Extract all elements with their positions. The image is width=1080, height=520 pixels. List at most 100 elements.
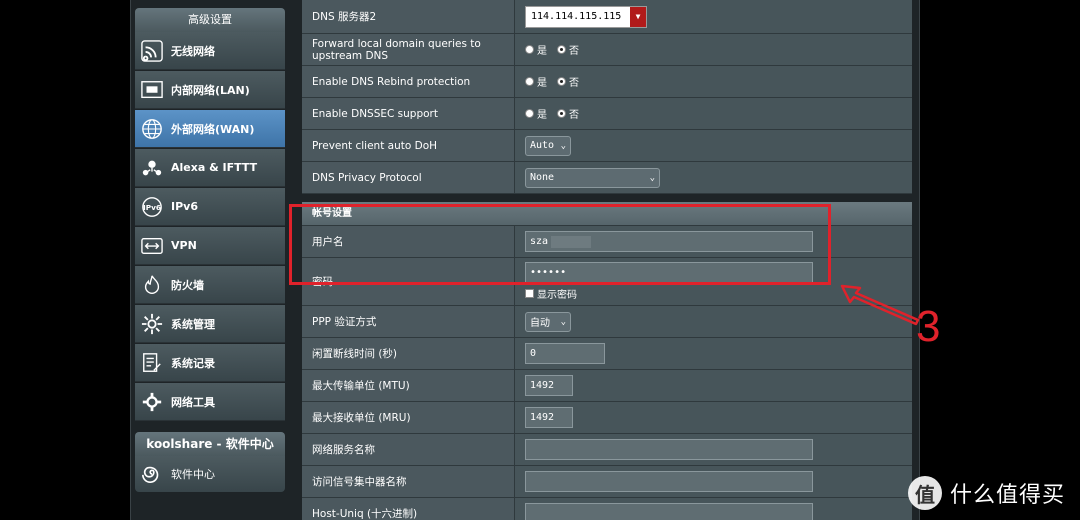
mtu-input[interactable]: 1492 [525, 375, 573, 396]
radio-no[interactable] [557, 77, 566, 86]
row-label: Enable DNS Rebind protection [302, 66, 515, 97]
idle-value: 0 [530, 348, 537, 359]
radio-yes-label: 是 [537, 78, 547, 89]
sidebar-item-alexa[interactable]: Alexa & IFTTT [135, 149, 285, 187]
chevron-down-icon: ⌄ [649, 172, 655, 183]
radio-no-label: 否 [569, 46, 579, 57]
sidebar-item-label: 系统管理 [171, 317, 215, 331]
radio-yes-label: 是 [537, 46, 547, 57]
radio-no[interactable] [557, 45, 566, 54]
radio-no[interactable] [557, 109, 566, 118]
sidebar-item-wan[interactable]: 外部网络(WAN) [135, 110, 285, 148]
sidebar-header: 高级设置 [135, 8, 285, 32]
row-label: Enable DNSSEC support [302, 98, 515, 129]
globe-icon [139, 116, 165, 142]
annotation-number: 3 [916, 302, 941, 351]
row-service-name: 网络服务名称 [302, 434, 912, 466]
sidebar-item-ipv6[interactable]: IPv6 IPv6 [135, 188, 285, 226]
concentrator-input[interactable] [525, 471, 813, 492]
row-rebind: Enable DNS Rebind protection 是 否 [302, 66, 912, 98]
row-label: 访问信号集中器名称 [302, 466, 515, 497]
sidebar-item-label: IPv6 [171, 200, 198, 213]
sidebar-item-vpn[interactable]: VPN [135, 227, 285, 265]
row-idle: 闲置断线时间 (秒) 0 [302, 338, 912, 370]
row-dnssec: Enable DNSSEC support 是 否 [302, 98, 912, 130]
row-mru: 最大接收单位 (MRU) 1492 [302, 402, 912, 434]
row-concentrator: 访问信号集中器名称 [302, 466, 912, 498]
row-privacy: DNS Privacy Protocol None ⌄ [302, 162, 912, 194]
alexa-icon [139, 155, 165, 181]
sidebar-item-log[interactable]: 系统记录 [135, 344, 285, 382]
chevron-down-icon: ⌄ [560, 316, 566, 327]
annotation-arrow-icon [840, 284, 920, 326]
row-label: 网络服务名称 [302, 434, 515, 465]
sidebar-item-label: 软件中心 [171, 468, 215, 481]
lan-icon [139, 77, 165, 103]
wifi-icon [139, 38, 165, 64]
sidebar-item-label: 内部网络(LAN) [171, 83, 250, 97]
row-label: DNS 服务器2 [302, 0, 515, 33]
sidebar-item-tools[interactable]: 网络工具 [135, 383, 285, 421]
idle-input[interactable]: 0 [525, 343, 605, 364]
radio-no-label: 否 [569, 78, 579, 89]
section-gap [302, 194, 912, 202]
sidebar-item-wireless[interactable]: 无线网络 [135, 32, 285, 70]
row-label: 闲置断线时间 (秒) [302, 338, 515, 369]
sidebar-item-label: 系统记录 [171, 356, 215, 370]
row-dns2: DNS 服务器2 114.114.115.115 ▼ [302, 0, 912, 34]
software-center-header: koolshare - 软件中心 [135, 432, 285, 456]
radio-yes[interactable] [525, 77, 534, 86]
row-label: Forward local domain queries to upstream… [302, 34, 515, 65]
radio-no-label: 否 [569, 110, 579, 121]
sidebar: 高级设置 无线网络 内部网络(LAN) 外部网络(WAN) Alexa & IF… [133, 0, 286, 520]
sidebar-item-label: 防火墙 [171, 278, 204, 292]
row-label: Prevent client auto DoH [302, 130, 515, 161]
mru-input[interactable]: 1492 [525, 407, 573, 428]
svg-text:IPv6: IPv6 [143, 202, 161, 211]
row-doh: Prevent client auto DoH Auto ⌄ [302, 130, 912, 162]
row-label: 最大接收单位 (MRU) [302, 402, 515, 433]
firewall-icon [139, 272, 165, 298]
row-label: DNS Privacy Protocol [302, 162, 515, 193]
sidebar-item-label: Alexa & IFTTT [171, 161, 258, 174]
sidebar-item-label: 网络工具 [171, 395, 215, 409]
watermark-text: 什么值得买 [950, 483, 1066, 508]
chevron-down-icon: ⌄ [560, 140, 566, 151]
radio-yes[interactable] [525, 109, 534, 118]
privacy-value: None [530, 172, 555, 183]
watermark: 值 什么值得买 [908, 476, 1065, 510]
vpn-icon [139, 233, 165, 259]
service-name-input[interactable] [525, 439, 813, 460]
gear-icon [139, 311, 165, 337]
spiral-icon [139, 461, 165, 487]
show-password-label: 显示密码 [537, 290, 577, 301]
watermark-logo: 值 [908, 476, 942, 510]
radio-yes[interactable] [525, 45, 534, 54]
chevron-down-icon[interactable]: ▼ [630, 6, 646, 27]
sidebar-item-admin[interactable]: 系统管理 [135, 305, 285, 343]
ipv6-icon: IPv6 [139, 194, 165, 220]
row-label: PPP 验证方式 [302, 306, 515, 337]
tools-icon [139, 389, 165, 415]
row-ppp-auth: PPP 验证方式 自动 ⌄ [302, 306, 912, 338]
dns2-value: 114.114.115.115 [531, 11, 622, 22]
sidebar-item-label: VPN [171, 239, 197, 252]
host-uniq-input[interactable] [525, 503, 813, 520]
sidebar-item-firewall[interactable]: 防火墙 [135, 266, 285, 304]
mru-value: 1492 [530, 412, 555, 423]
dns2-select[interactable]: 114.114.115.115 ▼ [525, 5, 647, 28]
sidebar-item-software-center[interactable]: 软件中心 [135, 456, 285, 492]
ppp-auth-value: 自动 [530, 318, 550, 329]
mtu-value: 1492 [530, 380, 555, 391]
doh-value: Auto [530, 140, 555, 151]
radio-yes-label: 是 [537, 110, 547, 121]
row-label: Host-Uniq (十六进制) [302, 498, 515, 520]
doh-select[interactable]: Auto ⌄ [525, 135, 571, 156]
privacy-select[interactable]: None ⌄ [525, 167, 660, 188]
show-password-checkbox[interactable] [525, 289, 534, 298]
row-forward-local: Forward local domain queries to upstream… [302, 34, 912, 66]
sidebar-item-lan[interactable]: 内部网络(LAN) [135, 71, 285, 109]
sidebar-item-label: 无线网络 [171, 44, 215, 58]
ppp-auth-select[interactable]: 自动 ⌄ [525, 311, 571, 332]
sidebar-item-label: 外部网络(WAN) [171, 122, 255, 136]
